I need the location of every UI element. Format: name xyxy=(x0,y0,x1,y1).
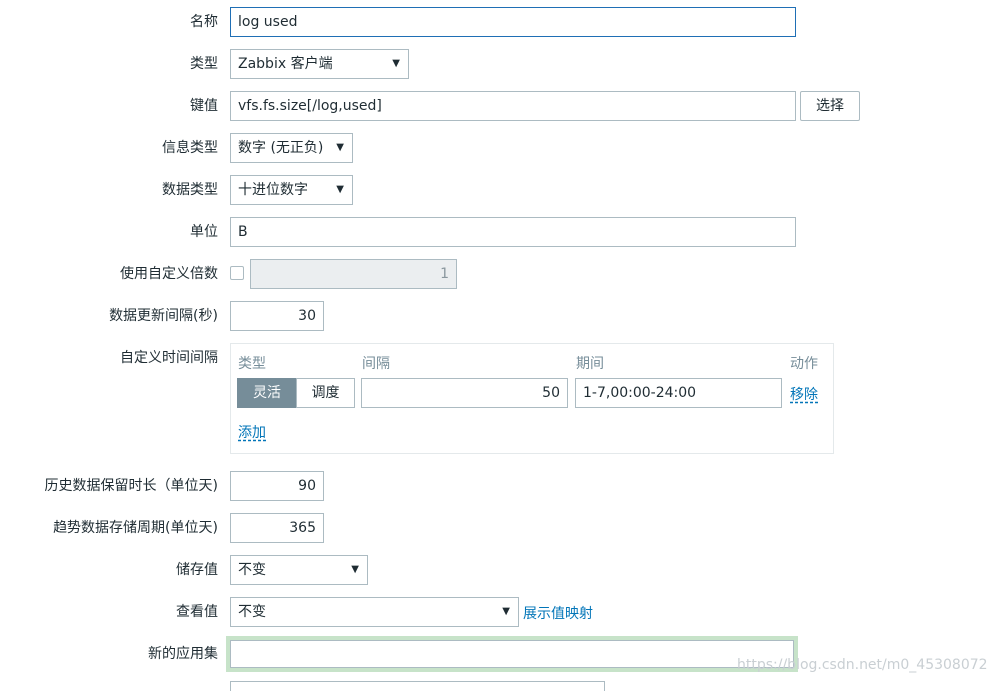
col-header-action: 动作 xyxy=(790,356,818,372)
name-input[interactable]: log used xyxy=(230,7,796,37)
triangle-down-icon: ▼ xyxy=(336,142,344,153)
show-value-label: 查看值 xyxy=(176,604,218,620)
triangle-down-icon: ▼ xyxy=(502,606,510,617)
name-label: 名称 xyxy=(190,14,218,30)
units-label: 单位 xyxy=(190,224,218,240)
interval-type-flexible[interactable]: 灵活 xyxy=(237,378,297,408)
value-mapping-link[interactable]: 展示值映射 xyxy=(523,603,593,623)
multiplier-label: 使用自定义倍数 xyxy=(120,266,218,282)
history-input[interactable]: 90 xyxy=(230,471,324,501)
history-label: 历史数据保留时长（单位天) xyxy=(44,478,218,494)
type-label: 类型 xyxy=(190,56,218,72)
triangle-down-icon: ▼ xyxy=(336,184,344,195)
info-type-select-value: 数字 (无正负) xyxy=(238,140,324,156)
applications-listbox[interactable] xyxy=(230,681,605,691)
units-input[interactable]: B xyxy=(230,217,796,247)
update-interval-input[interactable]: 30 xyxy=(230,301,324,331)
add-interval-link[interactable]: 添加 xyxy=(238,422,266,442)
new-application-input-field[interactable] xyxy=(230,640,794,668)
info-type-select[interactable]: 数字 (无正负) ▼ xyxy=(230,133,353,163)
data-type-select[interactable]: 十进位数字 ▼ xyxy=(230,175,353,205)
key-select-button[interactable]: 选择 xyxy=(800,91,860,121)
store-value-label: 储存值 xyxy=(176,562,218,578)
watermark: https://blog.csdn.net/m0_45308072 xyxy=(737,657,988,673)
interval-type-scheduling[interactable]: 调度 xyxy=(296,378,355,408)
triangle-down-icon: ▼ xyxy=(392,58,400,69)
store-value-select[interactable]: 不变 ▼ xyxy=(230,555,368,585)
data-type-select-value: 十进位数字 xyxy=(238,182,308,198)
new-application-label: 新的应用集 xyxy=(148,646,218,662)
interval-value-input[interactable]: 50 xyxy=(361,378,568,408)
update-interval-label: 数据更新间隔(秒) xyxy=(109,308,218,324)
key-label: 键值 xyxy=(190,98,218,114)
multiplier-checkbox[interactable] xyxy=(230,266,244,280)
col-header-interval: 间隔 xyxy=(362,356,390,372)
new-application-input[interactable] xyxy=(226,636,798,672)
trends-input[interactable]: 365 xyxy=(230,513,324,543)
key-input[interactable]: vfs.fs.size[/log,used] xyxy=(230,91,796,121)
show-value-select[interactable]: 不变 ▼ xyxy=(230,597,519,627)
show-value-select-value: 不变 xyxy=(238,604,266,620)
remove-interval-link[interactable]: 移除 xyxy=(790,384,818,404)
store-value-select-value: 不变 xyxy=(238,562,266,578)
col-header-period: 期间 xyxy=(576,356,604,372)
interval-period-input[interactable]: 1-7,00:00-24:00 xyxy=(575,378,782,408)
custom-intervals-panel: 类型 间隔 期间 动作 灵活 调度 50 1-7,00:00-24:00 移除 … xyxy=(230,343,834,454)
col-header-type: 类型 xyxy=(238,356,266,372)
type-select-value: Zabbix 客户端 xyxy=(238,56,333,72)
trends-label: 趋势数据存储周期(单位天) xyxy=(53,520,218,536)
triangle-down-icon: ▼ xyxy=(351,564,359,575)
multiplier-input[interactable]: 1 xyxy=(250,259,457,289)
type-select[interactable]: Zabbix 客户端 ▼ xyxy=(230,49,409,79)
data-type-label: 数据类型 xyxy=(162,182,218,198)
info-type-label: 信息类型 xyxy=(162,140,218,156)
custom-intervals-label: 自定义时间间隔 xyxy=(120,350,218,366)
